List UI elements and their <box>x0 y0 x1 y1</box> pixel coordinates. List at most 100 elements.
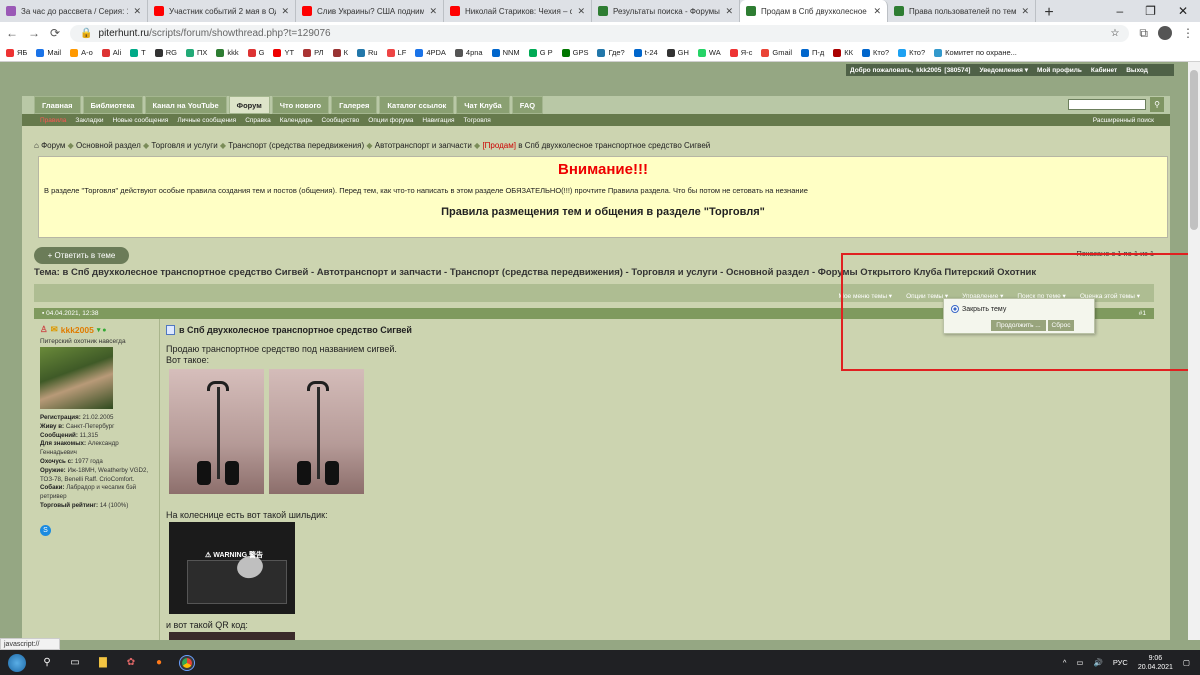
bookmark-item[interactable]: Кто? <box>898 48 925 57</box>
network-icon[interactable]: ▭ <box>1076 658 1083 667</box>
close-icon[interactable]: ✕ <box>725 6 733 17</box>
app-icon[interactable]: ✿ <box>124 656 138 670</box>
trade-rules-link[interactable]: Правила размещения тем и общения в разде… <box>39 206 1167 218</box>
start-button[interactable] <box>8 653 26 672</box>
nav-tab[interactable]: Что нового <box>271 96 330 114</box>
nameplate-photo[interactable]: ⚠ WARNING 警告 <box>169 522 295 614</box>
sub-nav-link[interactable]: Закладки <box>75 117 103 124</box>
maximize-button[interactable]: ❐ <box>1145 4 1156 18</box>
browser-tab[interactable]: Николай Стариков: Чехия – скл ✕ <box>444 0 592 22</box>
post-author-link[interactable]: kkk2005 <box>61 325 94 335</box>
sub-nav-link[interactable]: Календарь <box>280 117 313 124</box>
close-icon[interactable]: ✕ <box>429 6 437 17</box>
sub-nav-link[interactable]: Новые сообщения <box>113 117 169 124</box>
bookmark-item[interactable]: Я-с <box>729 48 752 57</box>
breadcrumb-link[interactable]: Транспорт (средства передвижения) <box>228 141 364 150</box>
language-indicator[interactable]: РУС <box>1113 658 1128 667</box>
bookmark-item[interactable]: Комитет по охране... <box>934 48 1017 57</box>
sub-nav-link[interactable]: Сообщество <box>322 117 360 124</box>
bookmark-item[interactable]: RG <box>154 48 177 57</box>
nav-tab[interactable]: Библиотека <box>82 96 143 114</box>
menu-icon[interactable]: ⋮ <box>1182 26 1194 40</box>
welcome-user-link[interactable]: kkk2005 <box>916 67 941 74</box>
bookmark-item[interactable]: П-д <box>801 48 824 57</box>
my-profile-link[interactable]: Мой профиль <box>1037 67 1082 74</box>
close-window-button[interactable]: ✕ <box>1178 4 1188 18</box>
qr-code-photo[interactable] <box>169 632 295 640</box>
extensions-icon[interactable]: ⧉ <box>1139 26 1148 41</box>
close-icon[interactable]: ✕ <box>577 6 585 17</box>
skype-icon[interactable]: S <box>40 525 51 536</box>
sub-nav-link[interactable]: Справка <box>245 117 271 124</box>
advanced-search-link[interactable]: Расширенный поиск <box>1093 117 1154 124</box>
bookmark-item[interactable]: 4PDA <box>415 48 446 57</box>
bookmark-item[interactable]: Ru <box>356 48 378 57</box>
close-icon[interactable]: ✕ <box>873 6 881 17</box>
bookmark-item[interactable]: А-о <box>70 48 93 57</box>
browser-tab[interactable]: Продам в Спб двухколесное тр ✕ <box>740 0 888 22</box>
close-icon[interactable]: ✕ <box>133 6 141 17</box>
volume-icon[interactable]: 🔊 <box>1093 658 1102 667</box>
cabinet-link[interactable]: Кабинет <box>1091 67 1117 74</box>
bookmark-item[interactable]: LF <box>386 48 406 57</box>
browser-tab[interactable]: Права пользователей по тема ✕ <box>888 0 1036 22</box>
bookmark-item[interactable]: WA <box>697 48 721 57</box>
nav-tab[interactable]: Главная <box>34 96 81 114</box>
home-icon[interactable]: ⌂ <box>34 141 39 150</box>
search-input[interactable] <box>1068 99 1146 110</box>
close-icon[interactable]: ✕ <box>281 6 289 17</box>
bookmark-item[interactable]: КК <box>833 48 853 57</box>
segway-photo[interactable] <box>269 369 364 494</box>
bookmark-item[interactable]: ПХ <box>185 48 207 57</box>
nav-tab[interactable]: Канал на YouTube <box>144 96 227 114</box>
browser-tab[interactable]: Участник событий 2 мая в Оде ✕ <box>148 0 296 22</box>
clock[interactable]: 9:06 20.04.2021 <box>1138 654 1173 672</box>
bookmark-item[interactable]: kkk <box>216 48 239 57</box>
logout-link[interactable]: Выход <box>1126 67 1148 74</box>
chrome-icon[interactable] <box>179 654 195 671</box>
pm-icon[interactable]: ✉ <box>51 324 58 335</box>
sub-nav-link[interactable]: Навигация <box>422 117 454 124</box>
nav-tab[interactable]: Галерея <box>331 96 378 114</box>
bookmark-item[interactable]: Ali <box>101 48 121 57</box>
sub-nav-link[interactable]: Тогровля <box>464 117 491 124</box>
breadcrumb-link[interactable]: Торговля и услуги <box>151 141 217 150</box>
bookmark-item[interactable]: Кто? <box>862 48 889 57</box>
close-icon[interactable]: ✕ <box>1021 6 1029 17</box>
reply-button[interactable]: + Ответить в теме <box>34 247 129 264</box>
sub-nav-link[interactable]: Правила <box>40 117 66 124</box>
segway-photo[interactable] <box>169 369 264 494</box>
bookmark-item[interactable]: G <box>247 48 264 57</box>
nav-tab[interactable]: FAQ <box>511 96 544 114</box>
back-icon[interactable]: ← <box>6 26 18 40</box>
nav-tab[interactable]: Чат Клуба <box>456 96 510 114</box>
minimize-button[interactable]: – <box>1116 4 1123 18</box>
breadcrumb-link[interactable]: Форум <box>41 141 65 150</box>
sub-nav-link[interactable]: Опции форума <box>368 117 413 124</box>
browser-tab[interactable]: За час до рассвета / Серия: 1-Я ✕ <box>0 0 148 22</box>
browser-tab[interactable]: Слив Украины? США поднима ✕ <box>296 0 444 22</box>
search-icon[interactable]: ⚲ <box>40 656 54 670</box>
page-scrollbar[interactable] <box>1188 62 1200 640</box>
bookmark-item[interactable]: Т <box>130 48 146 57</box>
sub-nav-link[interactable]: Личные сообщения <box>177 117 236 124</box>
star-icon[interactable]: ☆ <box>1110 28 1119 39</box>
tray-expand-icon[interactable]: ^ <box>1063 658 1067 667</box>
nav-tab[interactable]: Каталог ссылок <box>379 96 455 114</box>
new-tab-button[interactable]: + <box>1036 4 1062 22</box>
browser-tab[interactable]: Результаты поиска - Форумы О ✕ <box>592 0 740 22</box>
bookmark-item[interactable]: Где? <box>597 48 625 57</box>
search-icon[interactable]: ⚲ <box>1150 97 1164 112</box>
notifications-menu[interactable]: Уведомления ▾ <box>979 66 1028 74</box>
bookmark-item[interactable]: YT <box>273 48 294 57</box>
notifications-icon[interactable]: ▢ <box>1183 658 1190 667</box>
bookmark-item[interactable]: GPS <box>561 48 588 57</box>
bookmark-item[interactable]: РЛ <box>303 48 324 57</box>
breadcrumb-link[interactable]: Автотранспорт и запчасти <box>375 141 472 150</box>
nav-tab[interactable]: Форум <box>228 96 270 114</box>
bookmark-item[interactable]: t-24 <box>633 48 658 57</box>
file-explorer-icon[interactable]: ▇ <box>96 656 110 670</box>
bookmark-item[interactable]: 4pna <box>454 48 483 57</box>
reload-icon[interactable]: ⟳ <box>50 26 60 40</box>
task-view-icon[interactable]: ▭ <box>68 656 82 670</box>
